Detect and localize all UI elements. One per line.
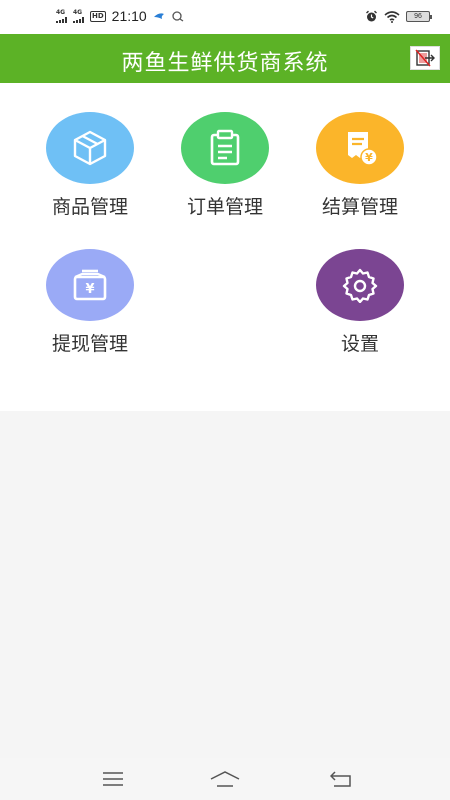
app-header: 两鱼生鲜供货商系统 [0, 34, 450, 83]
cash-box-icon: ¥ [73, 269, 107, 301]
settings-tile[interactable]: 设置 [305, 249, 415, 369]
order-icon-circle [181, 112, 269, 184]
status-time: 21:10 [111, 8, 147, 24]
svg-text:¥: ¥ [365, 151, 373, 164]
signal-bars-icon [73, 16, 84, 23]
order-management-label: 订单管理 [186, 196, 263, 218]
battery-indicator: 96 [406, 11, 432, 22]
product-management-label: 商品管理 [51, 196, 128, 218]
hd-badge: HD [90, 10, 106, 22]
withdrawal-management-label: 提现管理 [51, 333, 128, 355]
menu-nav-button[interactable] [93, 766, 133, 792]
home-nav-button[interactable] [205, 766, 245, 792]
product-management-tile[interactable]: 商品管理 [35, 112, 145, 232]
gear-icon [342, 268, 378, 303]
system-nav-bar [0, 758, 450, 800]
clipboard-icon [210, 129, 240, 166]
back-nav-button[interactable] [322, 766, 362, 792]
settlement-management-tile[interactable]: ¥ 结算管理 [305, 112, 415, 232]
signal-bars-icon [56, 16, 67, 23]
status-left: 4G 4G HD 21:10 [56, 8, 184, 24]
exit-icon [415, 49, 435, 67]
bird-notification-icon [153, 13, 164, 19]
signal-indicator-1: 4G [56, 9, 67, 23]
page-title: 两鱼生鲜供货商系统 [121, 51, 329, 76]
settings-icon-circle [316, 249, 404, 321]
settings-label: 设置 [340, 333, 379, 355]
settlement-icon-circle: ¥ [316, 112, 404, 184]
signal-indicator-2: 4G [73, 9, 84, 23]
box-icon [73, 130, 107, 166]
order-management-tile[interactable]: 订单管理 [170, 112, 280, 232]
alarm-icon [366, 10, 377, 22]
settlement-management-label: 结算管理 [321, 196, 398, 218]
receipt-yen-icon: ¥ [348, 132, 378, 166]
main-menu: 商品管理 订单管理 ¥ 结算管理 ¥ 提现管理 设置 [0, 83, 450, 411]
svg-text:¥: ¥ [85, 282, 94, 297]
home-icon [210, 771, 240, 787]
withdrawal-management-tile[interactable]: ¥ 提现管理 [35, 249, 145, 369]
back-icon [330, 771, 351, 787]
menu-icon [103, 772, 123, 786]
status-bar: 4G 4G HD 21:10 96 [0, 0, 450, 34]
wifi-icon [384, 10, 400, 23]
product-icon-circle [46, 112, 134, 184]
withdrawal-icon-circle: ¥ [46, 249, 134, 321]
exit-button[interactable] [410, 46, 440, 70]
chat-notification-icon [172, 10, 184, 22]
status-right: 96 [365, 10, 432, 23]
